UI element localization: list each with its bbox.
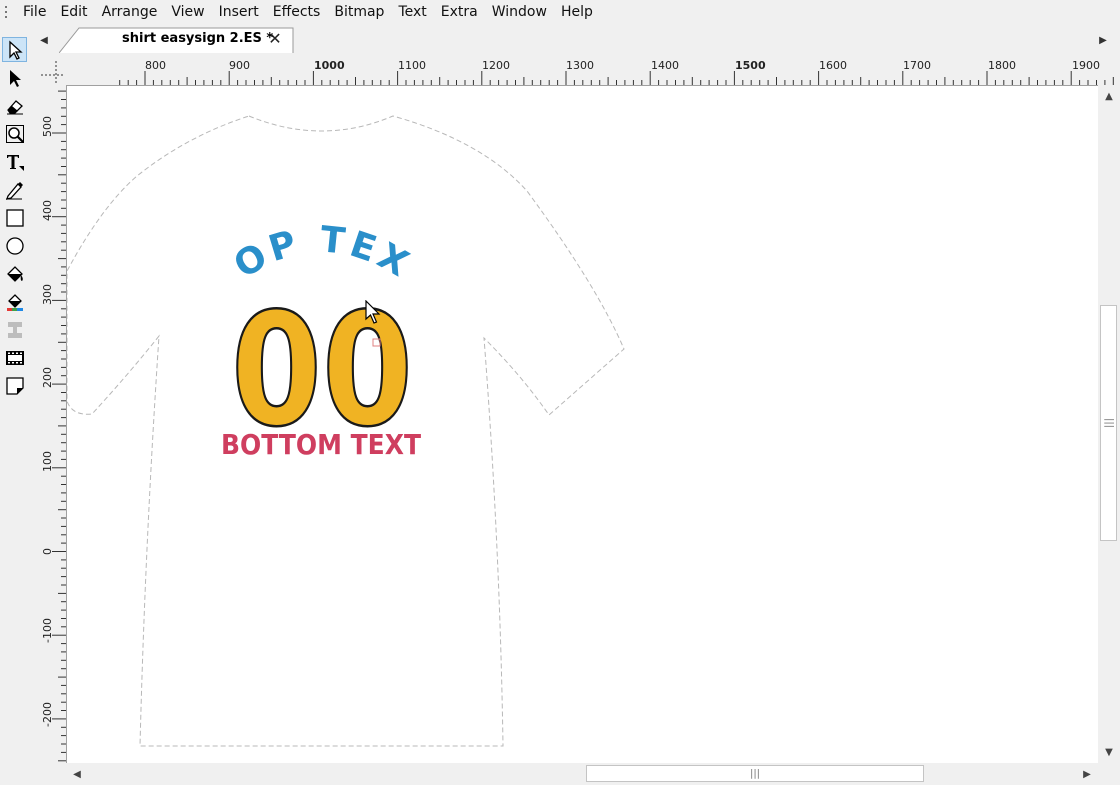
ruler-label: 1800	[988, 59, 1016, 72]
ruler-origin[interactable]	[39, 55, 66, 85]
menu-arrange[interactable]: Arrange	[95, 1, 165, 23]
color-bucket-icon	[6, 293, 23, 311]
scroll-grip-icon: |||	[1103, 417, 1114, 429]
mouse-cursor-icon	[365, 300, 381, 324]
horizontal-ruler[interactable]: 800 900 1000 1100 1200 1300 1400 1500 16…	[66, 55, 1120, 85]
rectangle-icon	[5, 208, 24, 227]
top-text[interactable]: TOP TEXT	[67, 86, 418, 287]
node-edit-tool[interactable]	[2, 65, 27, 90]
stamp-tool[interactable]	[2, 317, 27, 342]
ruler-label: 100	[41, 451, 54, 472]
vertical-scroll-thumb[interactable]: |||	[1100, 305, 1117, 541]
menu-insert[interactable]: Insert	[212, 1, 266, 23]
ruler-label: 300	[41, 284, 54, 305]
ruler-label: 1700	[903, 59, 931, 72]
weed-lines-tool[interactable]	[2, 345, 27, 370]
freehand-tool[interactable]	[2, 177, 27, 202]
drawing-canvas[interactable]: TOP TEXT 00 BOTTOM TEXT	[66, 85, 1098, 763]
horizontal-scrollbar[interactable]: ◀ ||| ▶	[66, 763, 1098, 785]
magnifier-icon	[5, 124, 24, 143]
page-curl-icon	[5, 376, 24, 395]
vertical-scrollbar[interactable]: ▲ ||| ▼	[1098, 85, 1120, 763]
ruler-label: 1900	[1072, 59, 1100, 72]
ruler-label: 800	[145, 59, 166, 72]
menu-file[interactable]: File	[16, 1, 53, 23]
paint-bucket-icon	[6, 265, 23, 282]
app-window: File Edit Arrange View Insert Effects Bi…	[0, 0, 1120, 785]
tab-scroll-right-button[interactable]: ▶	[1092, 29, 1114, 51]
eraser-tool[interactable]	[2, 93, 27, 118]
menu-bitmap[interactable]: Bitmap	[327, 1, 391, 23]
ruler-label: 1500	[735, 59, 766, 72]
menu-view[interactable]: View	[164, 1, 211, 23]
horizontal-scroll-thumb[interactable]: |||	[586, 765, 924, 782]
menu-window[interactable]: Window	[485, 1, 554, 23]
scrollbar-corner	[1098, 763, 1120, 785]
scroll-grip-icon: |||	[749, 768, 761, 779]
menu-effects[interactable]: Effects	[266, 1, 328, 23]
page-tool[interactable]	[2, 373, 27, 398]
scroll-right-button[interactable]: ▶	[1076, 764, 1098, 784]
arrow-filled-icon	[9, 69, 21, 87]
panel-separator	[29, 55, 39, 785]
tool-panel	[0, 34, 29, 404]
ruler-label: -100	[41, 618, 54, 643]
select-tool[interactable]	[2, 37, 27, 62]
ruler-label: 900	[229, 59, 250, 72]
ruler-label: 1300	[566, 59, 594, 72]
tab-scroll-left-button[interactable]: ◀	[33, 29, 55, 51]
ruler-label: 200	[41, 367, 54, 388]
menu-text[interactable]: Text	[391, 1, 433, 23]
pen-icon	[5, 181, 23, 200]
menu-bar: File Edit Arrange View Insert Effects Bi…	[0, 0, 1120, 24]
ruler-label: 400	[41, 200, 54, 221]
ruler-label: -200	[41, 702, 54, 727]
ruler-label: 500	[41, 116, 54, 137]
menu-grip-icon	[2, 3, 12, 21]
arrow-outline-icon	[8, 40, 23, 60]
document-tab-bar: ◀ shirt easysign 2.ES * ✕ ▶	[33, 27, 1120, 53]
ellipse-tool[interactable]	[2, 233, 27, 258]
zoom-tool[interactable]	[2, 121, 27, 146]
text-tool[interactable]	[2, 149, 27, 174]
fill-tool[interactable]	[2, 261, 27, 286]
text-t-icon	[6, 154, 24, 171]
eraser-icon	[6, 99, 23, 114]
circle-icon	[5, 236, 24, 255]
color-fill-tool[interactable]	[2, 289, 27, 314]
menu-help[interactable]: Help	[554, 1, 600, 23]
ruler-label: 1400	[651, 59, 679, 72]
bottom-text[interactable]: BOTTOM TEXT	[221, 428, 421, 461]
scroll-up-button[interactable]: ▲	[1099, 85, 1119, 107]
scroll-down-button[interactable]: ▼	[1099, 741, 1119, 763]
ruler-label: 1100	[398, 59, 426, 72]
document-tab[interactable]: shirt easysign 2.ES * ✕	[59, 27, 295, 53]
menu-extra[interactable]: Extra	[434, 1, 485, 23]
ruler-label: 1200	[482, 59, 510, 72]
artwork: TOP TEXT 00 BOTTOM TEXT	[67, 86, 625, 747]
rectangle-tool[interactable]	[2, 205, 27, 230]
close-icon[interactable]: ✕	[265, 29, 285, 49]
ruler-label: 1600	[819, 59, 847, 72]
vertical-ruler-ticks	[52, 90, 66, 762]
ruler-label: 1000	[314, 59, 345, 72]
ruler-origin-icon	[41, 61, 65, 83]
menu-edit[interactable]: Edit	[53, 1, 94, 23]
vertical-ruler[interactable]: 500 400 300 200 100 0 -100 -200	[39, 85, 66, 763]
film-strip-icon	[5, 350, 24, 365]
scroll-left-button[interactable]: ◀	[66, 764, 88, 784]
ruler-label: 0	[41, 548, 54, 555]
tab-title: shirt easysign 2.ES *	[122, 31, 274, 46]
stamp-icon	[7, 321, 22, 338]
